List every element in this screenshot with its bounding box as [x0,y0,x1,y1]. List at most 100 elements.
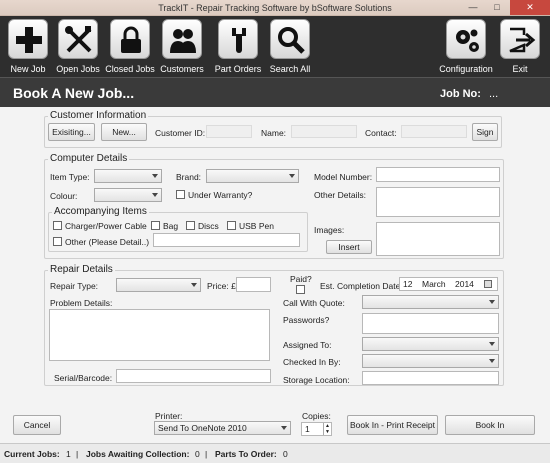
search-icon [278,27,305,54]
colour-label: Colour: [50,191,78,201]
repair-details-title: Repair Details [48,264,115,275]
customer-id-field [206,125,252,138]
chevron-down-icon [489,359,495,363]
customer-name-label: Name: [261,128,287,138]
charger-label: Charger/Power Cable [65,221,147,231]
book-in-print-receipt-button[interactable]: Book In - Print Receipt [347,415,438,435]
brand-select[interactable] [206,169,299,183]
storage-location-input[interactable] [362,371,499,385]
customer-information-title: Customer Information [48,110,149,121]
job-no-value: ... [489,88,499,100]
under-warranty-checkbox[interactable] [176,190,185,199]
gears-icon [456,29,479,52]
date-year: 2014 [455,279,474,289]
chevron-down-icon [152,174,158,178]
accompanying-items-title: Accompanying Items [52,206,149,217]
repair-type-label: Repair Type: [50,281,99,291]
checked-in-by-select[interactable] [362,354,499,368]
checked-in-by-label: Checked In By: [283,357,341,367]
new-customer-button[interactable]: New... [101,123,147,141]
colour-select[interactable] [94,188,162,202]
paid-checkbox[interactable] [296,285,305,294]
under-warranty-label: Under Warranty? [188,190,253,200]
date-month: March [422,279,446,289]
other-details-label: Other Details: [314,190,366,200]
other-details-input[interactable] [376,187,500,217]
minimize-button[interactable]: — [462,0,484,15]
completion-date-picker[interactable]: 12 March 2014 [399,277,498,291]
status-bar: Current Jobs: 1 | Jobs Awaiting Collecti… [0,443,550,463]
repair-type-select[interactable] [116,278,201,292]
price-label: Price: £ [207,281,236,291]
serial-barcode-input[interactable] [116,369,271,383]
item-type-label: Item Type: [50,172,90,182]
discs-label: Discs [198,221,219,231]
model-number-input[interactable] [376,167,500,182]
printer-label: Printer: [155,411,183,421]
chevron-down-icon [152,193,158,197]
brand-label: Brand: [176,172,202,182]
status-divider: | [76,449,79,459]
plus-icon [16,27,42,53]
spin-down-icon[interactable]: ▼ [323,429,331,435]
wrench-icon [232,28,246,53]
price-input[interactable] [236,277,271,292]
awaiting-collection-value: 0 [195,449,200,459]
cancel-button[interactable]: Cancel [13,415,61,435]
printer-select[interactable]: Send To OneNote 2010 [154,421,291,435]
exit-door-icon [509,27,536,53]
item-type-select[interactable] [94,169,162,183]
copies-stepper[interactable]: 1 ▲ ▼ [301,422,332,436]
insert-image-button[interactable]: Insert [326,240,372,254]
page-header: Book A New Job... Job No: ... [0,77,550,107]
tools-icon [65,26,92,53]
discs-checkbox[interactable] [186,221,195,230]
printer-value: Send To OneNote 2010 [158,423,247,433]
est-completion-label: Est. Completion Date: [320,281,403,291]
problem-details-input[interactable] [49,309,270,361]
maximize-button[interactable]: □ [486,0,508,15]
call-with-quote-select[interactable] [362,295,499,309]
customer-id-label: Customer ID: [155,128,206,138]
chevron-down-icon [489,342,495,346]
other-item-checkbox[interactable] [53,237,62,246]
charger-checkbox[interactable] [53,221,62,230]
other-item-label: Other (Please Detail..) [65,237,150,247]
images-box[interactable] [376,222,500,256]
current-jobs-value: 1 [66,449,71,459]
sign-button[interactable]: Sign [472,123,498,141]
parts-to-order-value: 0 [283,449,288,459]
exit-label: Exit [512,64,528,74]
people-icon [170,29,196,53]
images-label: Images: [314,225,345,235]
chevron-down-icon [281,426,287,430]
chevron-down-icon [489,300,495,304]
model-number-label: Model Number: [314,172,373,182]
calendar-icon[interactable] [484,280,492,288]
close-window-button[interactable]: ✕ [510,0,550,15]
bag-label: Bag [163,221,179,231]
other-item-input[interactable] [153,233,300,247]
passwords-input[interactable] [362,313,499,334]
usb-pen-checkbox[interactable] [227,221,236,230]
usb-pen-label: USB Pen [239,221,274,231]
passwords-label: Passwords? [283,315,330,325]
book-in-button[interactable]: Book In [445,415,535,435]
current-jobs-label: Current Jobs: [4,449,60,459]
bag-checkbox[interactable] [151,221,160,230]
chevron-down-icon [191,283,197,287]
paid-label: Paid? [290,274,312,284]
job-no-label: Job No: [440,88,481,100]
problem-details-label: Problem Details: [50,298,113,308]
search-all-label: Search All [269,64,311,74]
page-title: Book A New Job... [13,85,135,101]
assigned-to-select[interactable] [362,337,499,351]
serial-barcode-label: Serial/Barcode: [54,373,113,383]
existing-customer-button[interactable]: Exisiting... [48,123,95,141]
window-title-bar: TrackIT - Repair Tracking Software by bS… [0,0,550,16]
copies-value: 1 [305,424,310,434]
date-day: 12 [403,279,413,289]
customer-name-field [291,125,357,138]
contact-label: Contact: [365,128,397,138]
status-divider: | [205,449,208,459]
